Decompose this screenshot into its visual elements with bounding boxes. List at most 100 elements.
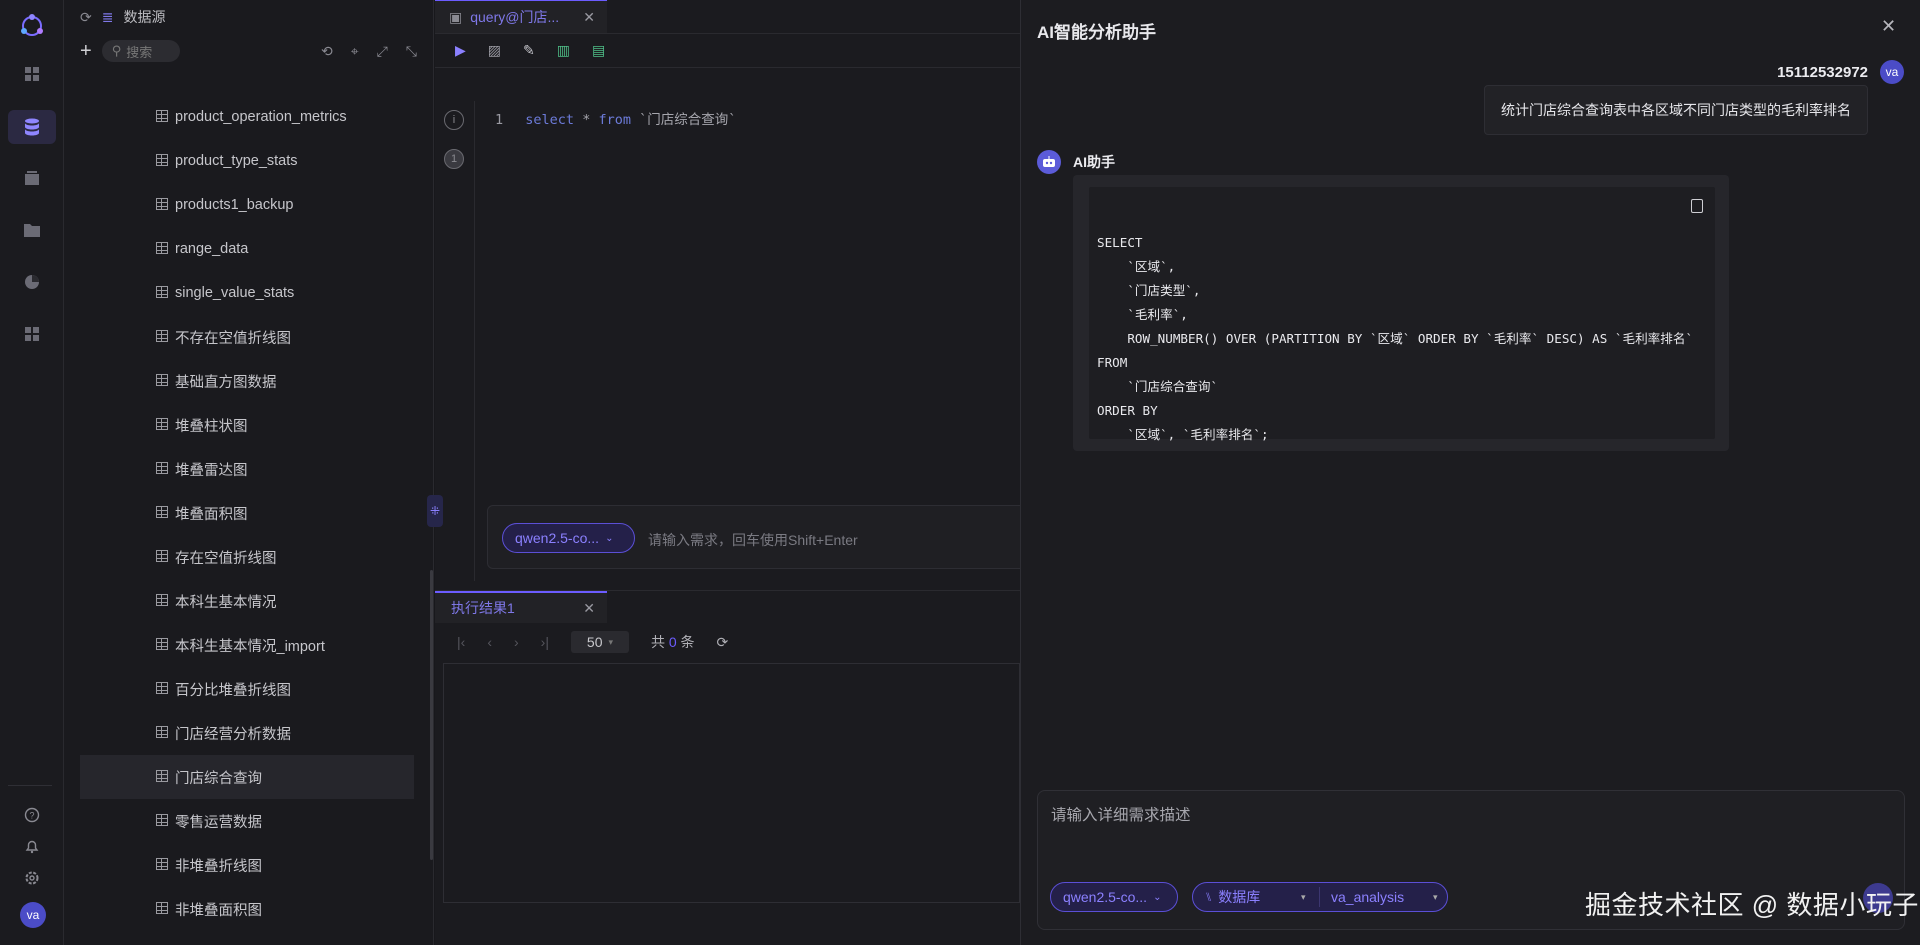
list-item[interactable]: 门店经营分析数据: [64, 711, 434, 755]
list-item[interactable]: 基础直方图数据: [64, 359, 434, 403]
last-page-icon[interactable]: ›|: [541, 634, 549, 650]
sql-code-block[interactable]: SELECT `区域`, `门店类型`, `毛利率`, ROW_NUMBER()…: [1089, 187, 1715, 442]
results-panel: 执行结果1 ✕ |‹ ‹ › ›| 50 ▾ 共 0 条 ⟳: [435, 590, 1020, 945]
locate-icon[interactable]: ⌖: [351, 43, 359, 60]
folder-icon[interactable]: [22, 220, 42, 240]
list-item[interactable]: product_operation_metrics: [64, 95, 434, 139]
drag-handle-icon[interactable]: ⁜: [427, 495, 443, 527]
user-message: 统计门店综合查询表中各区域不同门店类型的毛利率排名: [1484, 85, 1868, 135]
search-placeholder: 搜索: [126, 44, 153, 60]
run-icon[interactable]: ▶: [455, 42, 466, 59]
bar-chart-icon[interactable]: ▤: [592, 42, 605, 59]
tab-query[interactable]: ▣ query@门店... ✕: [435, 0, 607, 33]
code-table: `门店综合查询`: [639, 112, 737, 128]
list-item[interactable]: product_type_stats: [64, 139, 434, 183]
expand-icon[interactable]: ⤢: [377, 43, 388, 60]
ai-sql-input[interactable]: qwen2.5-co... ⌄ 请输入需求，回车使用Shift+Enter: [487, 505, 1027, 569]
list-item[interactable]: 本科生基本情况_import: [64, 623, 434, 667]
pagination: |‹ ‹ › ›| 50 ▾ 共 0 条 ⟳: [457, 627, 728, 657]
list-item-label: 门店综合查询: [175, 770, 262, 787]
sync-icon[interactable]: ⟲: [321, 43, 333, 60]
first-page-icon[interactable]: |‹: [457, 634, 465, 650]
table-icon: [156, 330, 168, 342]
magic-icon[interactable]: ✎: [523, 42, 535, 59]
line-number: 1: [495, 112, 504, 128]
user-header: 15112532972 va: [1777, 60, 1904, 84]
bot-answer: SELECT `区域`, `门店类型`, `毛利率`, ROW_NUMBER()…: [1073, 175, 1729, 451]
list-item-label: product_type_stats: [175, 153, 298, 169]
list-item[interactable]: 零售运营数据: [64, 799, 434, 843]
help-icon[interactable]: ?: [22, 805, 42, 825]
prompt-model-select[interactable]: qwen2.5-co... ⌄: [1050, 882, 1178, 912]
list-item-label: product_operation_metrics: [175, 109, 347, 125]
panel-title: 数据源: [123, 9, 166, 25]
total-number: 0: [668, 634, 677, 650]
next-page-icon[interactable]: ›: [514, 634, 519, 650]
results-grid[interactable]: [443, 663, 1020, 903]
bot-header: AI助手: [1037, 150, 1115, 174]
db-select-divider: [1319, 887, 1320, 907]
close-icon[interactable]: ✕: [1881, 16, 1896, 37]
list-item[interactable]: range_data: [64, 227, 434, 271]
table-icon: [156, 462, 168, 474]
line-badge[interactable]: 1: [444, 149, 464, 169]
table-icon: [156, 198, 168, 210]
refresh-icon[interactable]: ⟳: [80, 9, 92, 26]
reload-icon[interactable]: ⟳: [717, 634, 729, 651]
list-item[interactable]: 非堆叠折线图: [64, 843, 434, 887]
code-line[interactable]: 1 select * from `门店综合查询`: [495, 108, 736, 128]
list-item[interactable]: 本科生基本情况: [64, 579, 434, 623]
image-icon[interactable]: ▨: [488, 42, 501, 59]
table-icon: [156, 374, 168, 386]
search-input[interactable]: ⚲ 搜索: [101, 40, 180, 62]
list-item[interactable]: 门店综合查询: [80, 755, 414, 799]
logo-icon[interactable]: [18, 12, 46, 40]
user-name: 15112532972: [1777, 63, 1868, 81]
bell-icon[interactable]: [22, 836, 42, 856]
collapse-icon[interactable]: ⤡: [406, 43, 417, 60]
page-size-select[interactable]: 50 ▾: [570, 631, 629, 653]
list-item-label: 基础直方图数据: [175, 374, 277, 391]
ai-input-placeholder: 请输入需求，回车使用Shift+Enter: [648, 532, 858, 548]
table-icon: [156, 286, 168, 298]
list-item-label: 堆叠柱状图: [175, 418, 248, 435]
db-type-label[interactable]: 数据库: [1218, 887, 1260, 907]
db-name-label[interactable]: va_analysis: [1331, 889, 1404, 905]
list-item[interactable]: 存在空值折线图: [64, 535, 434, 579]
list-item-label: products1_backup: [175, 197, 294, 213]
database-icon[interactable]: [8, 110, 56, 144]
avatar[interactable]: va: [20, 902, 46, 928]
bot-name: AI助手: [1073, 154, 1115, 170]
dashboard-icon[interactable]: [22, 168, 42, 188]
table-icon: [156, 814, 168, 826]
add-icon[interactable]: +: [80, 40, 92, 63]
apps-icon[interactable]: [22, 324, 42, 344]
settings-icon[interactable]: [22, 868, 42, 888]
prev-page-icon[interactable]: ‹: [487, 634, 492, 650]
tree-scrollbar[interactable]: [430, 570, 433, 860]
close-tab-icon[interactable]: ✕: [583, 9, 595, 26]
list-item[interactable]: 堆叠雷达图: [64, 447, 434, 491]
list-item[interactable]: 非堆叠面积图: [64, 887, 434, 931]
caret-down-icon[interactable]: ▾: [1301, 892, 1306, 903]
caret-down-icon[interactable]: ▾: [1433, 892, 1438, 903]
copy-icon[interactable]: [1691, 199, 1703, 213]
list-item-label: 零售运营数据: [175, 814, 262, 831]
svg-text:?: ?: [29, 811, 34, 821]
list-item[interactable]: single_value_stats: [64, 271, 434, 315]
list-item-label: 堆叠面积图: [175, 506, 248, 523]
chart-icon[interactable]: [22, 272, 42, 292]
model-select[interactable]: qwen2.5-co... ⌄: [502, 523, 635, 553]
tab-results[interactable]: 执行结果1 ✕: [435, 591, 607, 623]
chart-icon[interactable]: ▥: [557, 42, 570, 59]
list-item[interactable]: 堆叠面积图: [64, 491, 434, 535]
close-results-icon[interactable]: ✕: [583, 600, 595, 617]
list-item[interactable]: products1_backup: [64, 183, 434, 227]
grid-icon[interactable]: [22, 64, 42, 84]
editor-tabbar: ▣ query@门店... ✕: [435, 0, 1020, 34]
list-item[interactable]: 堆叠柱状图: [64, 403, 434, 447]
list-item[interactable]: 不存在空值折线图: [64, 315, 434, 359]
database-select[interactable]: ⑊ 数据库 ▾ va_analysis ▾: [1192, 882, 1448, 912]
info-icon[interactable]: i: [444, 110, 464, 130]
list-item[interactable]: 百分比堆叠折线图: [64, 667, 434, 711]
